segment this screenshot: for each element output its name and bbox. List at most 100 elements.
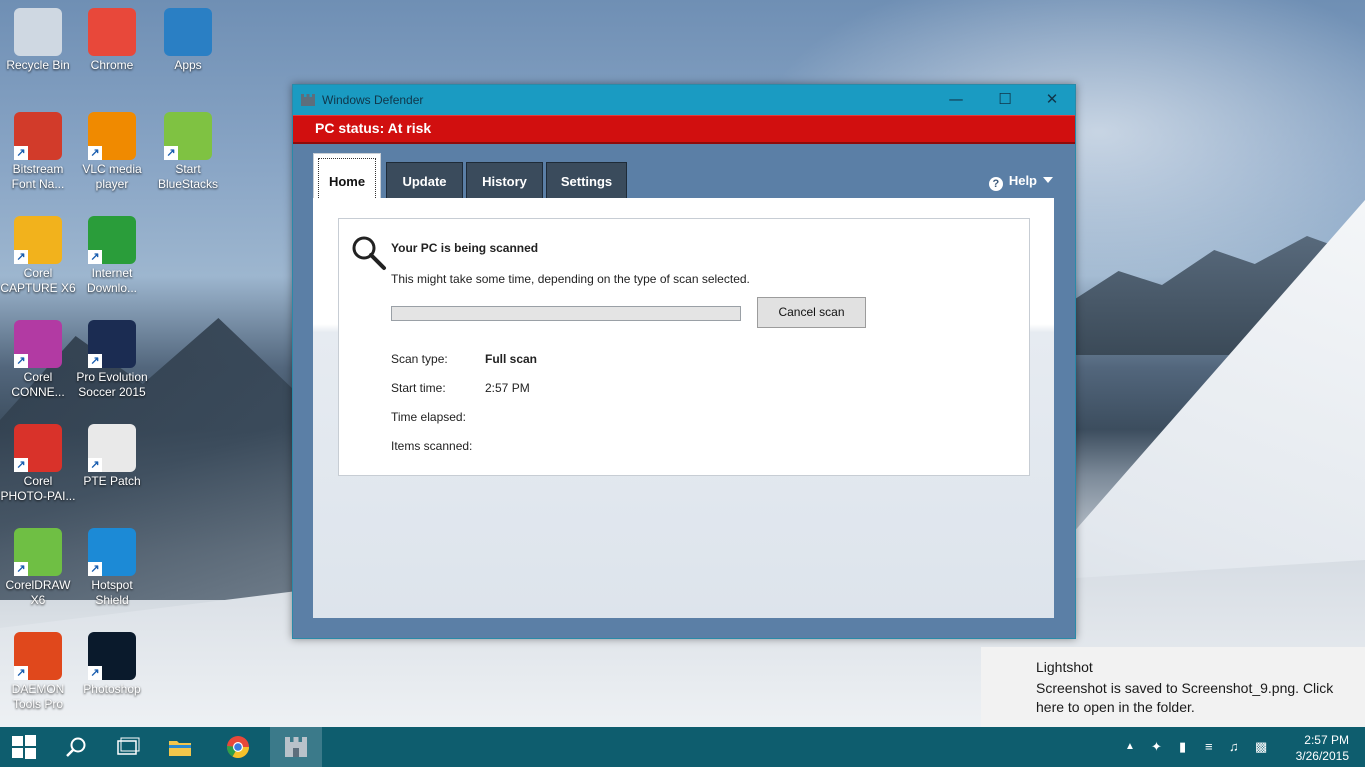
desktop-icon-label: Photoshop xyxy=(83,682,141,696)
close-button[interactable]: ✕ xyxy=(1029,85,1075,115)
bitstream-font-navigator-icon: ↗ xyxy=(14,112,62,160)
shortcut-arrow-icon: ↗ xyxy=(14,146,28,160)
pte-patch-icon: ↗ xyxy=(88,424,136,472)
tab-update[interactable]: Update xyxy=(386,162,463,200)
scan-progress-bar xyxy=(391,306,741,321)
desktop-icon[interactable]: ↗ Photoshop xyxy=(74,632,150,697)
shortcut-arrow-icon: ↗ xyxy=(14,250,28,264)
folder-icon xyxy=(169,741,191,756)
window-title: Windows Defender xyxy=(322,93,424,107)
clock-time: 2:57 PM xyxy=(1304,733,1349,747)
lightshot-notification[interactable]: Lightshot Screenshot is saved to Screens… xyxy=(981,647,1365,727)
show-hidden-icons-chevron-icon[interactable]: ▲ xyxy=(1125,741,1135,752)
desktop-icon[interactable]: Chrome xyxy=(74,8,150,73)
notification-message: Screenshot is saved to Screenshot_9.png.… xyxy=(1036,680,1334,715)
help-label: Help xyxy=(1008,173,1037,188)
daemon-tools-icon: ↗ xyxy=(14,632,62,680)
desktop-icon[interactable]: ↗ Corel CONNE... xyxy=(0,320,76,400)
shortcut-arrow-icon: ↗ xyxy=(14,354,28,368)
desktop-icon[interactable]: ↗ CorelDRAW X6 xyxy=(0,528,76,608)
detail-key: Time elapsed: xyxy=(391,410,466,424)
home-tab-content: Your PC is being scanned This might take… xyxy=(313,198,1054,618)
feather-app-icon[interactable]: ✦ xyxy=(1151,739,1162,755)
detail-value: Full scan xyxy=(485,352,538,366)
detail-key: Items scanned: xyxy=(391,439,473,453)
scan-panel: Your PC is being scanned This might take… xyxy=(338,218,1030,476)
desktop-icon[interactable]: ↗ PTE Patch xyxy=(74,424,150,489)
clock-date: 3/26/2015 xyxy=(1295,749,1349,763)
file-explorer-button[interactable] xyxy=(156,727,204,767)
task-view-button[interactable] xyxy=(104,727,152,767)
minimize-button[interactable]: — xyxy=(933,85,979,115)
desktop-icon-label: Recycle Bin xyxy=(6,58,70,72)
desktop-icon[interactable]: ↗ Corel PHOTO-PAI... xyxy=(0,424,76,504)
desktop-icon-label: CorelDRAW X6 xyxy=(5,578,71,607)
chevron-down-icon xyxy=(1043,177,1053,183)
desktop-icon-label: VLC media player xyxy=(82,162,142,191)
volume-muted-icon[interactable]: ♫ xyxy=(1229,739,1239,754)
corel-photo-paint-icon: ↗ xyxy=(14,424,62,472)
defender-castle-icon xyxy=(301,94,315,106)
desktop-icon-label: Start BlueStacks xyxy=(157,162,219,191)
recycle-bin-icon xyxy=(14,8,62,56)
desktop-icon[interactable]: Apps xyxy=(150,8,226,73)
windows-logo-icon xyxy=(12,735,36,759)
desktop-icon-label: DAEMON Tools Pro xyxy=(11,682,65,711)
shortcut-arrow-icon: ↗ xyxy=(88,458,102,472)
desktop-icon[interactable]: ↗ Corel CAPTURE X6 xyxy=(0,216,76,296)
close-icon: ✕ xyxy=(1045,90,1059,108)
photoshop-icon: ↗ xyxy=(88,632,136,680)
vlc-icon: ↗ xyxy=(88,112,136,160)
chrome-taskbar-button[interactable] xyxy=(214,727,262,767)
shortcut-arrow-icon: ↗ xyxy=(88,354,102,368)
internet-download-manager-icon: ↗ xyxy=(88,216,136,264)
shortcut-arrow-icon: ↗ xyxy=(88,250,102,264)
clock[interactable]: 2:57 PM 3/26/2015 xyxy=(1296,732,1349,764)
apps-folder-icon xyxy=(164,8,212,56)
defender-castle-icon xyxy=(285,737,307,757)
detail-key: Start time: xyxy=(391,381,446,395)
desktop-icon[interactable]: ↗ Bitstream Font Na... xyxy=(0,112,76,192)
tab-home[interactable]: Home xyxy=(313,153,381,198)
shortcut-arrow-icon: ↗ xyxy=(14,562,28,576)
bluestacks-icon: ↗ xyxy=(164,112,212,160)
windows-defender-taskbar-button[interactable] xyxy=(270,727,322,767)
desktop-icon[interactable]: ↗ Start BlueStacks xyxy=(150,112,226,192)
desktop-icon[interactable]: ↗ VLC media player xyxy=(74,112,150,192)
action-center-icon[interactable]: ▩ xyxy=(1255,739,1267,755)
corel-connect-icon: ↗ xyxy=(14,320,62,368)
desktop-icon[interactable]: ↗ Internet Downlo... xyxy=(74,216,150,296)
magnifier-icon xyxy=(352,236,386,270)
scan-title: Your PC is being scanned xyxy=(391,241,539,255)
maximize-icon: ☐ xyxy=(998,90,1012,108)
search-button[interactable] xyxy=(52,727,100,767)
desktop-icon-label: Corel CONNE... xyxy=(11,370,65,399)
desktop-icon-label: Corel PHOTO-PAI... xyxy=(0,474,76,503)
desktop-icon[interactable]: ↗ Hotspot Shield xyxy=(74,528,150,608)
desktop-icon[interactable]: ↗ Pro Evolution Soccer 2015 xyxy=(74,320,150,400)
hotspot-shield-icon: ↗ xyxy=(88,528,136,576)
notification-title: Lightshot xyxy=(1036,659,1093,675)
tab-settings[interactable]: Settings xyxy=(546,162,627,200)
battery-icon[interactable]: ▮ xyxy=(1179,739,1186,755)
shortcut-arrow-icon: ↗ xyxy=(88,146,102,160)
desktop-icon-label: Apps xyxy=(174,58,202,72)
desktop-icon[interactable]: ↗ DAEMON Tools Pro xyxy=(0,632,76,712)
windows-defender-window: Windows Defender — ☐ ✕ PC status: At ris… xyxy=(292,84,1076,639)
wifi-signal-icon[interactable]: ≡ xyxy=(1205,739,1213,754)
help-menu[interactable]: ? Help xyxy=(988,173,1053,191)
desktop-icon-label: PTE Patch xyxy=(83,474,141,488)
start-button[interactable] xyxy=(0,727,48,767)
shortcut-arrow-icon: ↗ xyxy=(14,666,28,680)
detail-value: 2:57 PM xyxy=(485,381,530,395)
cancel-scan-button[interactable]: Cancel scan xyxy=(757,297,866,328)
maximize-button[interactable]: ☐ xyxy=(982,85,1028,115)
desktop-icon[interactable]: Recycle Bin xyxy=(0,8,76,73)
system-tray: ▲ ✦ ▮ ≡ ♫ ▩ 2:57 PM 3/26/2015 xyxy=(1125,727,1365,767)
title-bar[interactable]: Windows Defender — ☐ ✕ xyxy=(293,85,1075,115)
chrome-icon xyxy=(88,8,136,56)
tab-history[interactable]: History xyxy=(466,162,543,200)
corel-capture-icon: ↗ xyxy=(14,216,62,264)
detail-key: Scan type: xyxy=(391,352,448,366)
scan-subtitle: This might take some time, depending on … xyxy=(391,272,750,286)
